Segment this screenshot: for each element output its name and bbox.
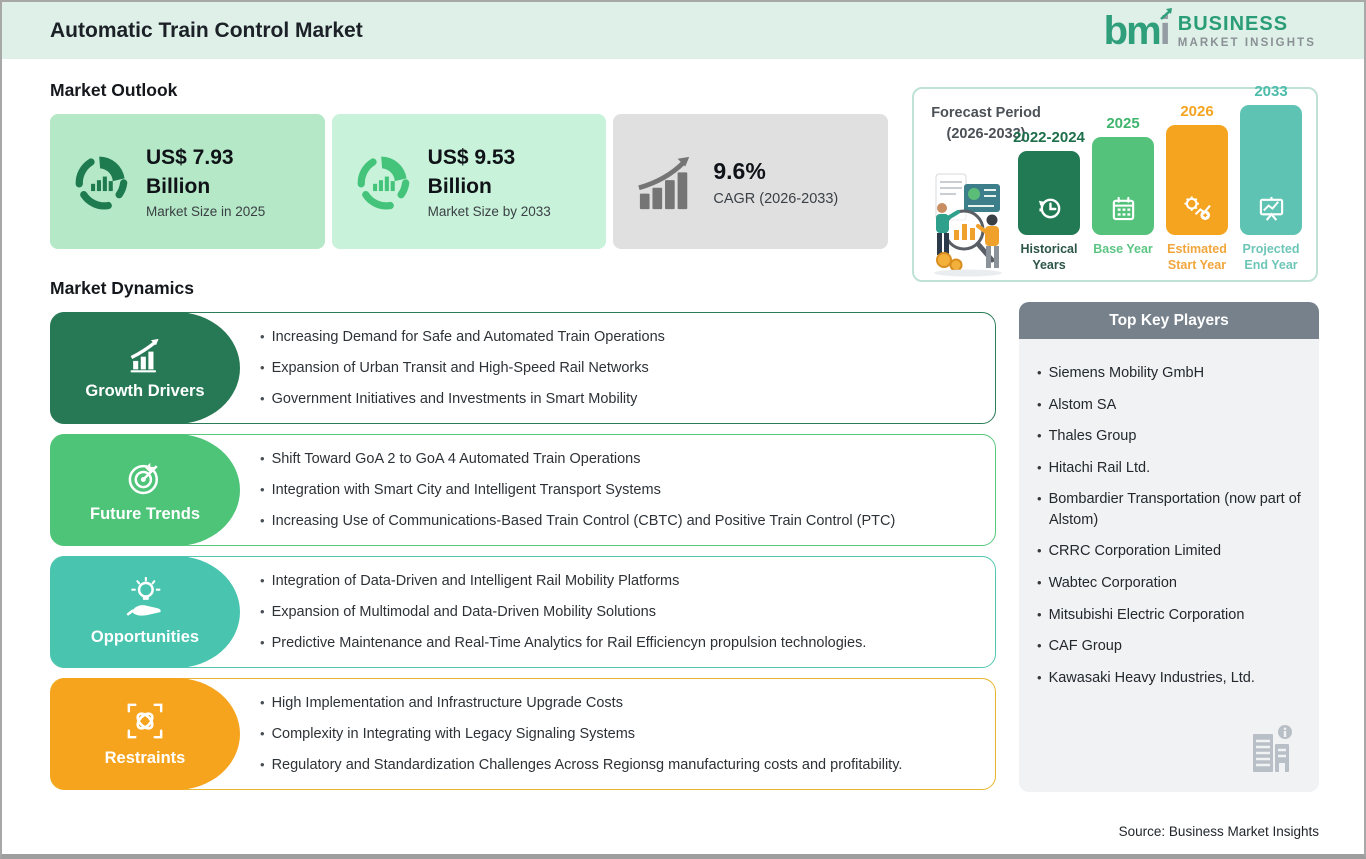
bmi-logo-mark: bmi: [1103, 7, 1172, 53]
logo-line2: MARKET INSIGHTS: [1177, 36, 1316, 49]
infographic-page: Automatic Train Control Market bmi BUSIN…: [0, 0, 1366, 859]
bullet-item: Shift Toward GoA 2 to GoA 4 Automated Tr…: [260, 444, 988, 475]
bar: [1166, 125, 1228, 235]
player-item: CAF Group: [1037, 636, 1303, 657]
pill-label: Restraints: [104, 749, 186, 767]
forecast-bar-historical: 2022-2024 Historical Years: [1013, 129, 1085, 274]
stat-unit: Billion: [146, 174, 211, 198]
stat-card-2025: US$ 7.93 Billion Market Size in 2025: [50, 114, 325, 249]
dynamics-row-growth-drivers: Growth Drivers Increasing Demand for Saf…: [50, 312, 996, 424]
target-dart-icon: [128, 462, 159, 495]
stat-value: US$ 9.53: [427, 146, 516, 170]
stat-card-cagr: 9.6% CAGR (2026-2033): [613, 114, 889, 249]
stat-cards: US$ 7.93 Billion Market Size in 2025 US$…: [50, 114, 889, 249]
growth-bars-icon: [638, 156, 690, 209]
player-item: Siemens Mobility GmbH: [1037, 363, 1303, 384]
bullet-item: Regulatory and Standardization Challenge…: [260, 750, 988, 781]
forecast-bar-base: 2025 Base Year: [1092, 115, 1154, 274]
bullet-item: Expansion of Multimodal and Data-Driven …: [260, 597, 988, 628]
pill-label: Future Trends: [89, 505, 200, 523]
future-trends-pill: Future Trends: [50, 434, 240, 546]
donut-chart-icon: [357, 156, 409, 209]
stat-card-text: 9.6% CAGR (2026-2033): [713, 156, 838, 206]
analysts-illustration: [934, 173, 1002, 277]
stat-card-text: US$ 7.93 Billion Market Size in 2025: [146, 144, 265, 219]
logo-mark-green: bm: [1103, 8, 1162, 53]
restraints-pill: Restraints: [50, 678, 240, 790]
key-players-body: Siemens Mobility GmbH Alstom SA Thales G…: [1019, 339, 1319, 792]
stat-caption: CAGR (2026-2033): [713, 190, 839, 207]
clock-history-icon: [1038, 198, 1060, 219]
key-players-panel: Top Key Players Siemens Mobility GmbH Al…: [1019, 302, 1319, 792]
stat-value: US$ 7.93: [146, 146, 234, 170]
bullet-item: Government Initiatives and Investments i…: [260, 384, 988, 415]
player-item: Hitachi Rail Ltd.: [1037, 458, 1303, 479]
bullet-item: Complexity in Integrating with Legacy Si…: [260, 719, 988, 750]
key-players-list: Siemens Mobility GmbH Alstom SA Thales G…: [1037, 363, 1303, 688]
bar-caption: Estimated Start Year: [1167, 242, 1227, 273]
dynamics-row-restraints: Restraints High Implementation and Infra…: [50, 678, 996, 790]
player-item: Thales Group: [1037, 426, 1303, 447]
bullet-list: Integration of Data-Driven and Intellige…: [260, 556, 988, 668]
bar-caption: Historical Years: [1020, 242, 1078, 273]
player-item: Alstom SA: [1037, 395, 1303, 416]
logo-line1: BUSINESS: [1177, 12, 1289, 35]
bullet-item: Predictive Maintenance and Real-Time Ana…: [260, 628, 988, 659]
player-item: Bombardier Transportation (now part of A…: [1037, 489, 1303, 530]
stat-card-2033: US$ 9.53 Billion Market Size by 2033: [331, 114, 607, 249]
gear-chart-icon: [1183, 196, 1211, 221]
idea-hand-icon: [126, 577, 161, 616]
bullet-list: Shift Toward GoA 2 to GoA 4 Automated Tr…: [260, 434, 988, 546]
forecast-period-panel: Forecast Period (2026-2033) 2022-2024 Hi…: [912, 83, 1318, 282]
bullet-item: Integration of Data-Driven and Intellige…: [260, 566, 988, 597]
dynamics-row-future-trends: Future Trends Shift Toward GoA 2 to GoA …: [50, 434, 996, 546]
logo-arrow-icon: [1159, 7, 1172, 20]
bar: [1018, 151, 1080, 235]
bullet-list: High Implementation and Infrastructure U…: [260, 678, 988, 790]
bar: [1240, 105, 1302, 235]
forecast-bar-projected: 2033 Projected End Year: [1240, 83, 1302, 274]
stat-value: 9.6%: [713, 158, 766, 185]
bar-year-label: 2025: [1106, 115, 1140, 132]
brand-logo: bmi BUSINESS MARKET INSIGHTS: [1103, 7, 1316, 53]
forecast-bars: 2022-2024 Historical Years 2025 Base Yea…: [1013, 83, 1302, 274]
growth-drivers-pill: Growth Drivers: [50, 312, 240, 424]
logo-text: BUSINESS MARKET INSIGHTS: [1178, 13, 1316, 49]
pill-label: Growth Drivers: [85, 382, 205, 400]
player-item: Wabtec Corporation: [1037, 573, 1303, 594]
page-title: Automatic Train Control Market: [50, 18, 363, 42]
opportunities-pill: Opportunities: [50, 556, 240, 668]
bullet-item: High Implementation and Infrastructure U…: [260, 688, 988, 719]
forecast-bar-estimated: 2026 Estimated Start Year: [1166, 103, 1228, 274]
constraint-knot-icon: [127, 703, 163, 739]
player-item: CRRC Corporation Limited: [1037, 541, 1303, 562]
presentation-chart-icon: [1259, 196, 1283, 221]
stat-card-text: US$ 9.53 Billion Market Size by 2033: [428, 144, 551, 219]
source-attribution: Source: Business Market Insights: [1118, 824, 1319, 839]
bullet-item: Expansion of Urban Transit and High-Spee…: [260, 353, 988, 384]
bar-caption: Base Year: [1093, 242, 1153, 256]
player-item: Mitsubishi Electric Corporation: [1037, 605, 1303, 626]
company-building-icon: [1253, 725, 1292, 772]
calendar-icon: [1112, 196, 1134, 221]
header-band: Automatic Train Control Market bmi BUSIN…: [2, 2, 1364, 59]
key-players-heading: Top Key Players: [1019, 302, 1319, 339]
bar-caption: Projected End Year: [1242, 242, 1300, 273]
bullet-item: Increasing Demand for Safe and Automated…: [260, 322, 988, 353]
bar: [1092, 137, 1154, 235]
player-item: Kawasaki Heavy Industries, Ltd.: [1037, 668, 1303, 689]
growth-chart-icon: [130, 338, 159, 373]
dynamics-row-opportunities: Opportunities Integration of Data-Driven…: [50, 556, 996, 668]
stat-unit: Billion: [427, 174, 492, 198]
stat-caption: Market Size in 2025: [146, 203, 266, 219]
bullet-item: Increasing Use of Communications-Based T…: [260, 506, 988, 537]
donut-chart-icon: [75, 156, 128, 209]
pill-label: Opportunities: [90, 628, 200, 646]
stat-caption: Market Size by 2033: [427, 203, 551, 219]
bullet-item: Integration with Smart City and Intellig…: [260, 475, 988, 506]
bar-year-label: 2033: [1254, 83, 1288, 100]
bar-year-label: 2026: [1180, 103, 1214, 120]
bullet-list: Increasing Demand for Safe and Automated…: [260, 312, 988, 424]
bar-year-label: 2022-2024: [1013, 129, 1085, 146]
